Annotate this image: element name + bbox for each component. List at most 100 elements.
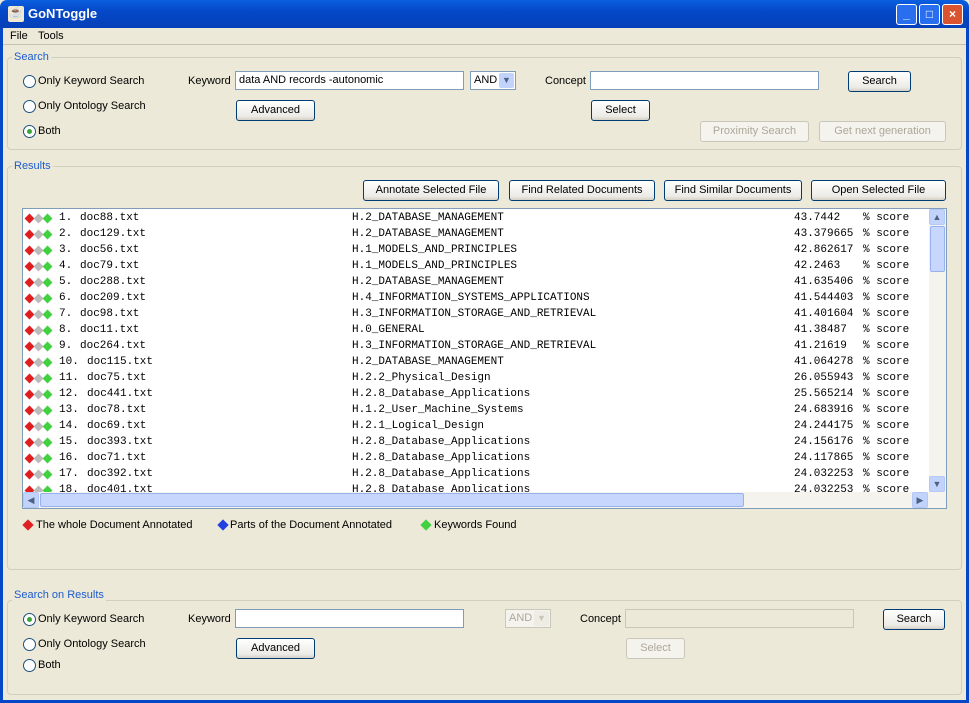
row-number: 7. — [59, 308, 73, 320]
table-row[interactable]: 11. doc75.txt H.2.2_Physical_Design 26.0559… — [23, 371, 929, 387]
vertical-scroll-thumb[interactable] — [930, 226, 945, 272]
radio-only-keyword[interactable] — [23, 613, 36, 626]
horizontal-scroll-thumb[interactable] — [40, 493, 744, 507]
radio-label: Both — [38, 125, 61, 137]
concept-input[interactable] — [590, 71, 819, 90]
category: H.2.8_Database_Applications — [352, 388, 531, 400]
find-similar-documents-button[interactable]: Find Similar Documents — [664, 180, 802, 201]
table-row[interactable]: 5. doc288.txt H.2_DATABASE_MANAGEMENT 41.63… — [23, 275, 929, 291]
concept-label: Concept — [580, 613, 621, 625]
operator-select[interactable]: AND ▼ — [470, 71, 516, 90]
score: 24.117865 — [794, 452, 854, 464]
table-row[interactable]: 10. doc115.txt H.2_DATABASE_MANAGEMENT 41.0… — [23, 355, 929, 371]
table-row[interactable]: 15. doc393.txt H.2.8_Database_Applications… — [23, 435, 929, 451]
score: 24.032253 — [794, 468, 854, 480]
file-name: doc11.txt — [80, 324, 140, 336]
table-row[interactable]: 13. doc78.txt H.1.2_User_Machine_Systems 24… — [23, 403, 929, 419]
green-diamond-icon — [42, 293, 53, 304]
operator-select[interactable]: AND ▼ — [505, 609, 551, 628]
minimize-button[interactable]: _ — [896, 4, 917, 25]
green-diamond-icon — [42, 341, 53, 352]
green-diamond-icon — [42, 469, 53, 480]
row-number: 2. — [59, 228, 73, 240]
radio-label: Only Keyword Search — [38, 75, 145, 87]
score-suffix: % score — [863, 260, 910, 272]
score-suffix: % score — [863, 372, 910, 384]
legend-keywords-found: Keywords Found — [434, 519, 517, 531]
radio-only-keyword[interactable] — [23, 75, 36, 88]
scroll-down-icon[interactable]: ▼ — [929, 476, 945, 492]
file-name: doc441.txt — [87, 388, 154, 400]
table-row[interactable]: 16. doc71.txt H.2.8_Database_Applications 2… — [23, 451, 929, 467]
green-diamond-icon — [42, 357, 53, 368]
advanced-button[interactable]: Advanced — [236, 100, 315, 121]
proximity-search-button[interactable]: Proximity Search — [700, 121, 809, 142]
chevron-down-icon: ▼ — [499, 73, 514, 88]
category: H.2.1_Logical_Design — [352, 420, 485, 432]
menu-tools[interactable]: Tools — [38, 30, 64, 42]
table-row[interactable]: 17. doc392.txt H.2.8_Database_Applications… — [23, 467, 929, 483]
keyword-input[interactable] — [235, 609, 464, 628]
row-number: 15. — [59, 436, 79, 448]
table-row[interactable]: 12. doc441.txt H.2.8_Database_Applications… — [23, 387, 929, 403]
table-row[interactable]: 2. doc129.txt H.2_DATABASE_MANAGEMENT 43.37… — [23, 227, 929, 243]
open-selected-file-button[interactable]: Open Selected File — [811, 180, 946, 201]
radio-label: Only Ontology Search — [38, 638, 146, 650]
radio-label: Both — [38, 659, 61, 671]
get-next-generation-button[interactable]: Get next generation — [819, 121, 946, 142]
select-button[interactable]: Select — [591, 100, 650, 121]
horizontal-scrollbar[interactable]: ◀ ▶ — [23, 492, 946, 508]
score-suffix: % score — [863, 324, 910, 336]
green-diamond-icon — [42, 453, 53, 464]
row-number: 14. — [59, 420, 79, 432]
category: H.3_INFORMATION_STORAGE_AND_RETRIEVAL — [352, 340, 597, 352]
search-button[interactable]: Search — [883, 609, 945, 630]
concept-input[interactable] — [625, 609, 854, 628]
results-list[interactable]: 1. doc88.txt H.2_DATABASE_MANAGEMENT 43.744… — [22, 208, 947, 509]
score: 41.635406 — [794, 276, 854, 288]
score-suffix: % score — [863, 404, 910, 416]
file-name: doc56.txt — [80, 244, 140, 256]
green-diamond-icon — [42, 389, 53, 400]
table-row[interactable]: 3. doc56.txt H.1_MODELS_AND_PRINCIPLES 42.8… — [23, 243, 929, 259]
score-suffix: % score — [863, 340, 910, 352]
annotate-selected-file-button[interactable]: Annotate Selected File — [363, 180, 499, 201]
score: 42.862617 — [794, 244, 854, 256]
table-row[interactable]: 9. doc264.txt H.3_INFORMATION_STORAGE_AND_… — [23, 339, 929, 355]
close-button[interactable]: × — [942, 4, 963, 25]
scroll-right-icon[interactable]: ▶ — [912, 492, 928, 508]
advanced-button[interactable]: Advanced — [236, 638, 315, 659]
title-bar[interactable]: ☕ GoNToggle _ □ × — [0, 0, 969, 28]
score: 41.544403 — [794, 292, 854, 304]
score-suffix: % score — [863, 436, 910, 448]
keyword-input[interactable]: data AND records -autonomic — [235, 71, 464, 90]
score-suffix: % score — [863, 244, 910, 256]
score: 26.055943 — [794, 372, 854, 384]
file-name: doc115.txt — [87, 356, 154, 368]
score: 41.38487 — [794, 324, 847, 336]
file-name: doc209.txt — [80, 292, 147, 304]
scroll-up-icon[interactable]: ▲ — [929, 209, 945, 225]
table-row[interactable]: 1. doc88.txt H.2_DATABASE_MANAGEMENT 43.744… — [23, 211, 929, 227]
table-row[interactable]: 6. doc209.txt H.4_INFORMATION_SYSTEMS_APPL… — [23, 291, 929, 307]
radio-only-ontology[interactable] — [23, 638, 36, 651]
table-row[interactable]: 4. doc79.txt H.1_MODELS_AND_PRINCIPLES 42.2… — [23, 259, 929, 275]
radio-both[interactable] — [23, 659, 36, 672]
score: 41.21619 — [794, 340, 847, 352]
table-row[interactable]: 14. doc69.txt H.2.1_Logical_Design 24.24417… — [23, 419, 929, 435]
maximize-button[interactable]: □ — [919, 4, 940, 25]
green-diamond-icon — [42, 325, 53, 336]
table-row[interactable]: 8. doc11.txt H.0_GENERAL 41.38487 % score — [23, 323, 929, 339]
find-related-documents-button[interactable]: Find Related Documents — [509, 180, 655, 201]
select-button[interactable]: Select — [626, 638, 685, 659]
file-name: doc392.txt — [87, 468, 154, 480]
score-suffix: % score — [863, 356, 910, 368]
vertical-scrollbar[interactable]: ▲ ▼ — [929, 209, 946, 492]
radio-only-ontology[interactable] — [23, 100, 36, 113]
score-suffix: % score — [863, 308, 910, 320]
radio-both[interactable] — [23, 125, 36, 138]
search-button[interactable]: Search — [848, 71, 911, 92]
scroll-left-icon[interactable]: ◀ — [23, 492, 39, 508]
menu-file[interactable]: File — [10, 30, 28, 42]
table-row[interactable]: 7. doc98.txt H.3_INFORMATION_STORAGE_AND_R… — [23, 307, 929, 323]
